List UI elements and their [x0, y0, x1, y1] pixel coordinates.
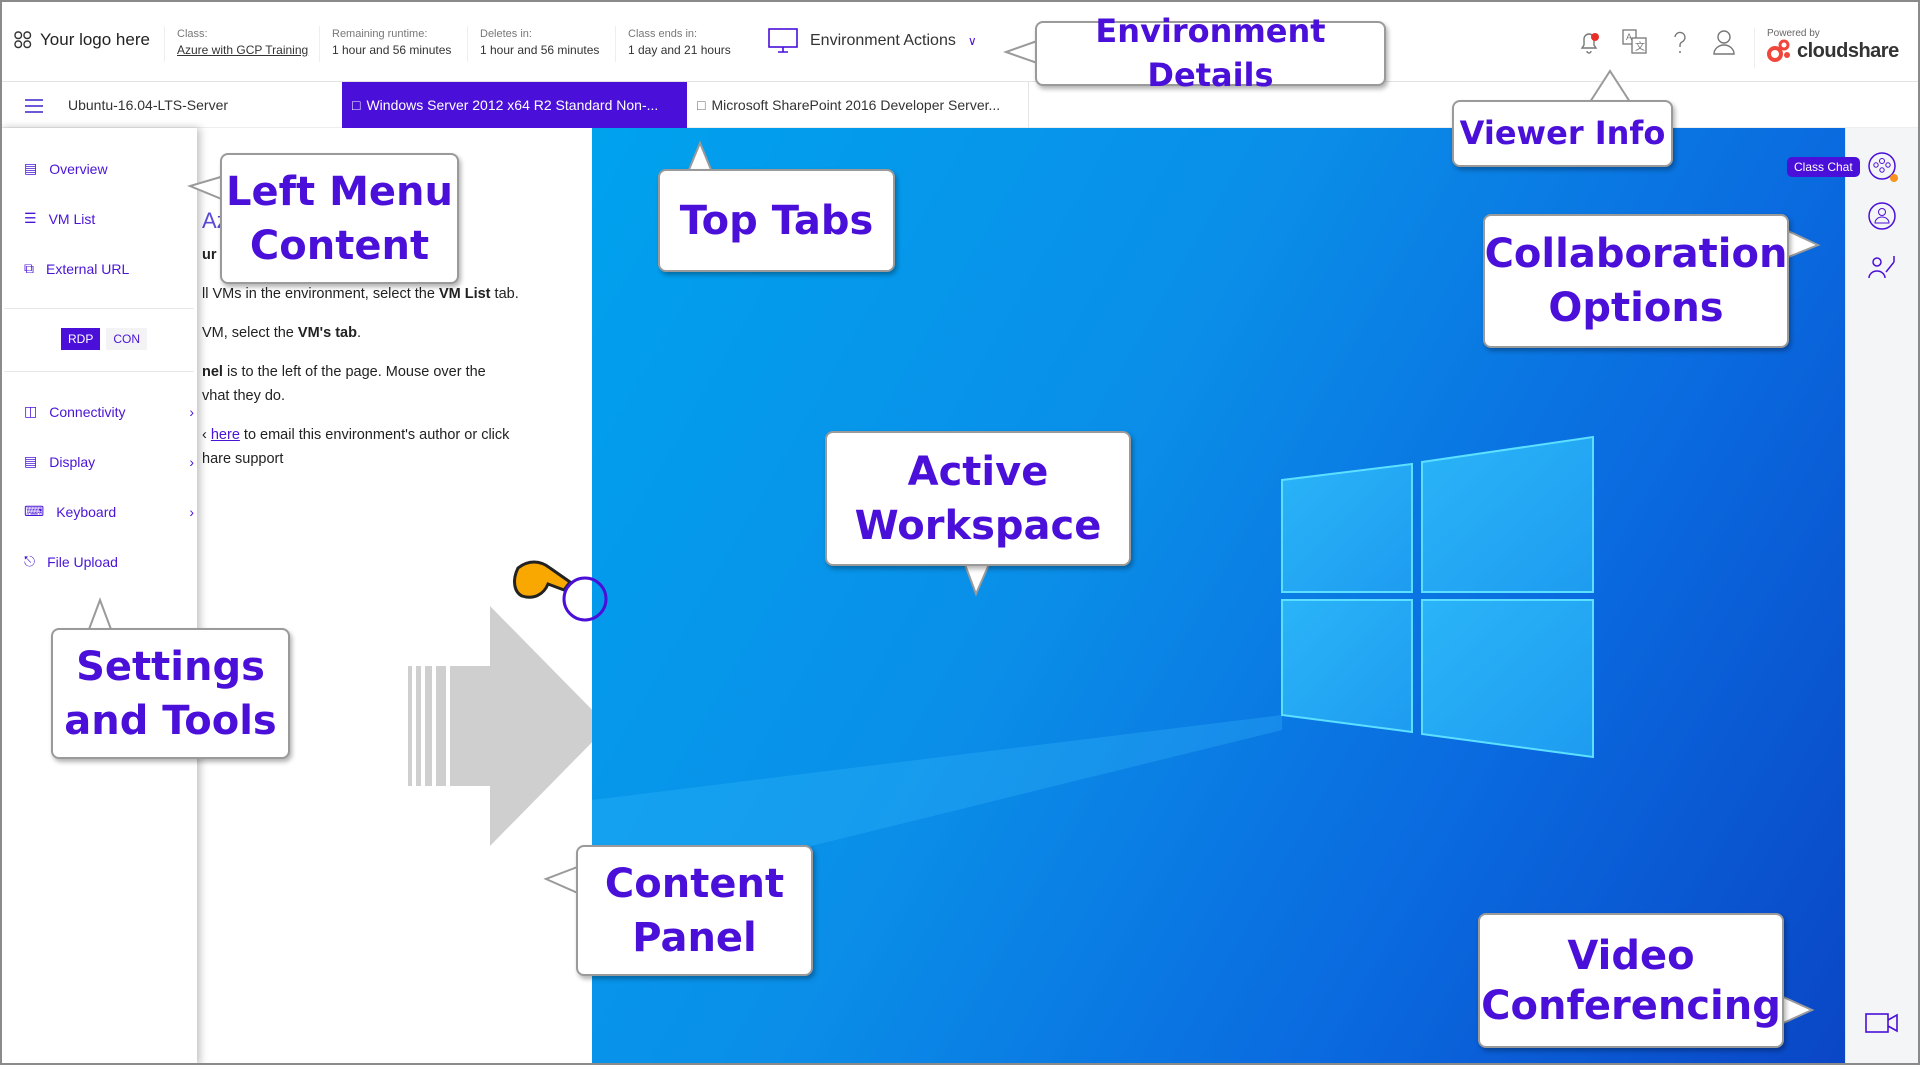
callout-text: Environment Details [1095, 12, 1326, 94]
pointer [1780, 994, 1815, 1026]
callout-text: Panel [632, 914, 757, 961]
callout-collaboration-options: Collaboration Options [1483, 214, 1789, 348]
pointer [543, 864, 581, 896]
hand-cursor-icon [513, 560, 608, 622]
callout-text: Conferencing [1481, 982, 1781, 1029]
callout-text: Settings [76, 643, 265, 690]
callout-text: and Tools [64, 697, 277, 744]
pointer [686, 140, 714, 173]
callout-text: Viewer Info [1459, 113, 1666, 152]
callout-text: Video [1567, 932, 1695, 979]
callout-text: Content [604, 860, 785, 907]
pointer [1785, 228, 1821, 260]
callout-settings-and-tools: Settings and Tools [51, 628, 290, 759]
callout-text: Content [249, 222, 430, 269]
callout-text: Left Menu [226, 168, 453, 215]
pointer [186, 174, 225, 202]
callout-text: Workspace [854, 502, 1102, 549]
callout-content-panel: Content Panel [576, 845, 813, 976]
callout-active-workspace: Active Workspace [825, 431, 1131, 566]
callout-text: Options [1548, 285, 1724, 331]
pointer [962, 561, 992, 597]
callout-text: Collaboration [1484, 231, 1788, 277]
callout-viewer-info: Viewer Info [1452, 100, 1673, 167]
callout-top-tabs: Top Tabs [658, 169, 895, 272]
callout-left-menu-content: Left Menu Content [220, 153, 459, 284]
callout-video-conferencing: Video Conferencing [1478, 913, 1784, 1048]
callout-text: Top Tabs [679, 197, 874, 244]
pointer [1588, 69, 1632, 103]
callout-environment-details: Environment Details [1035, 12, 1386, 94]
callout-text: Active [907, 448, 1049, 495]
